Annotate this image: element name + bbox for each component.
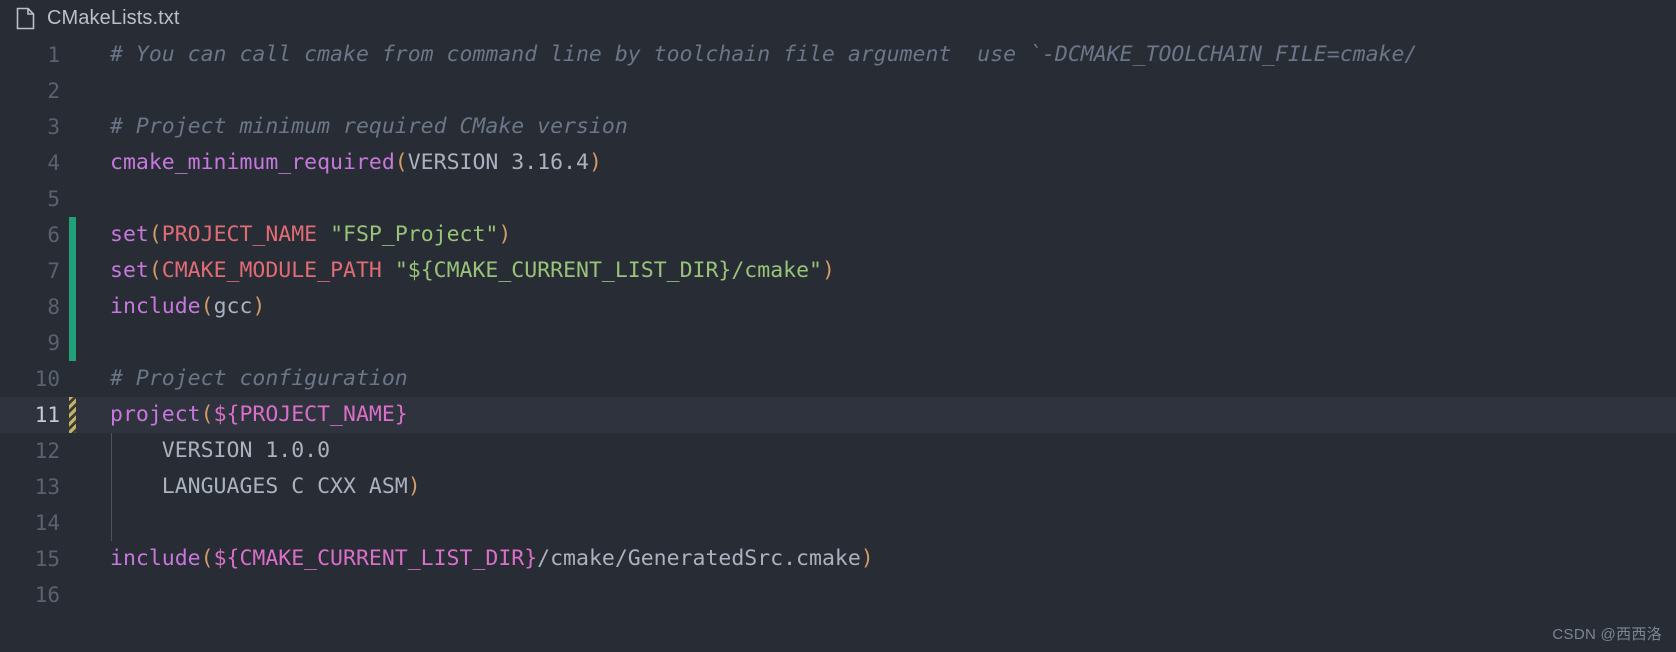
code-token: include	[110, 546, 201, 571]
line-number[interactable]: 5	[0, 181, 60, 217]
line-number[interactable]: 14	[0, 505, 60, 541]
code-token: cmake_minimum_required	[110, 150, 395, 175]
code-token: (	[200, 294, 214, 319]
code-line[interactable]: 7 set(CMAKE_MODULE_PATH "${CMAKE_CURRENT_…	[0, 253, 1676, 289]
git-change-marker-added[interactable]	[69, 325, 76, 361]
code-text[interactable]: # Project configuration	[0, 361, 408, 397]
code-token: ${CMAKE_CURRENT_LIST_DIR}	[213, 546, 538, 571]
code-token: include	[110, 294, 201, 319]
code-token: )	[588, 150, 602, 175]
code-token: CMAKE_MODULE_PATH	[161, 258, 382, 283]
code-line[interactable]: 3 # Project minimum required CMake versio…	[0, 109, 1676, 145]
code-text[interactable]: # Project minimum required CMake version	[0, 109, 628, 145]
code-text[interactable]: cmake_minimum_required(VERSION 3.16.4)	[0, 145, 602, 181]
file-tab-bar: CMakeLists.txt	[0, 0, 1676, 37]
code-text[interactable]: project(${PROJECT_NAME}	[0, 397, 408, 433]
indent-guide	[111, 433, 112, 541]
code-token: (	[148, 258, 162, 283]
code-line[interactable]: 12 VERSION 1.0.0	[0, 433, 1676, 469]
code-text[interactable]: set(PROJECT_NAME "FSP_Project")	[0, 217, 511, 253]
code-line[interactable]: 15 include(${CMAKE_CURRENT_LIST_DIR}/cmak…	[0, 541, 1676, 577]
line-number[interactable]: 2	[0, 73, 60, 109]
code-token: project	[110, 402, 201, 427]
code-token: )	[821, 258, 835, 283]
code-editor: CMakeLists.txt 1 # You can call cmake fro…	[0, 0, 1676, 652]
line-number[interactable]: 16	[0, 577, 60, 613]
code-token: )	[407, 474, 421, 499]
code-token: )	[860, 546, 874, 571]
code-line[interactable]: 2	[0, 73, 1676, 109]
code-token: # Project minimum required CMake version	[110, 114, 628, 139]
code-token: (	[148, 222, 162, 247]
code-text[interactable]: include(${CMAKE_CURRENT_LIST_DIR}/cmake/…	[0, 541, 874, 577]
code-token: )	[498, 222, 512, 247]
code-token: set	[110, 258, 149, 283]
code-line[interactable]: 6 set(PROJECT_NAME "FSP_Project")	[0, 217, 1676, 253]
code-line[interactable]: 1 # You can call cmake from command line …	[0, 37, 1676, 73]
code-line[interactable]: 4 cmake_minimum_required(VERSION 3.16.4)	[0, 145, 1676, 181]
code-text[interactable]: LANGUAGES C CXX ASM)	[0, 469, 421, 505]
code-token: VERSION 3.16.4	[407, 150, 589, 175]
code-text[interactable]: # You can call cmake from command line b…	[0, 37, 1417, 73]
line-number[interactable]: 9	[0, 325, 60, 361]
code-token: ${PROJECT_NAME}	[213, 402, 408, 427]
code-line[interactable]: 8 include(gcc)	[0, 289, 1676, 325]
file-icon	[16, 7, 35, 30]
code-token: )	[252, 294, 266, 319]
code-token: /cmake/GeneratedSrc.cmake	[537, 546, 861, 571]
code-line[interactable]: 16	[0, 577, 1676, 613]
code-token: VERSION 1.0.0	[110, 438, 331, 463]
file-tab-title[interactable]: CMakeLists.txt	[47, 7, 180, 30]
code-line[interactable]: 9	[0, 325, 1676, 361]
code-token: PROJECT_NAME	[161, 222, 318, 247]
code-line[interactable]: 11 project(${PROJECT_NAME}	[0, 397, 1676, 433]
code-text[interactable]: set(CMAKE_MODULE_PATH "${CMAKE_CURRENT_L…	[0, 253, 835, 289]
code-token: (	[394, 150, 408, 175]
code-line[interactable]: 10 # Project configuration	[0, 361, 1676, 397]
code-token: # Project configuration	[110, 366, 408, 391]
code-token: (	[200, 546, 214, 571]
code-token: gcc	[213, 294, 253, 319]
code-line[interactable]: 5	[0, 181, 1676, 217]
code-line[interactable]: 14	[0, 505, 1676, 541]
code-token: # You can call cmake from command line b…	[110, 42, 1418, 67]
code-token: LANGUAGES C CXX ASM	[110, 474, 408, 499]
code-token: "FSP_Project"	[330, 222, 499, 247]
code-token: (	[200, 402, 214, 427]
code-text[interactable]: VERSION 1.0.0	[0, 433, 330, 469]
code-text[interactable]: include(gcc)	[0, 289, 265, 325]
code-token: set	[110, 222, 149, 247]
code-token: "${CMAKE_CURRENT_LIST_DIR}/cmake"	[394, 258, 822, 283]
code-line[interactable]: 13 LANGUAGES C CXX ASM)	[0, 469, 1676, 505]
code-lines-container[interactable]: 1 # You can call cmake from command line …	[0, 37, 1676, 652]
watermark: CSDN @西西洛	[1552, 626, 1662, 643]
